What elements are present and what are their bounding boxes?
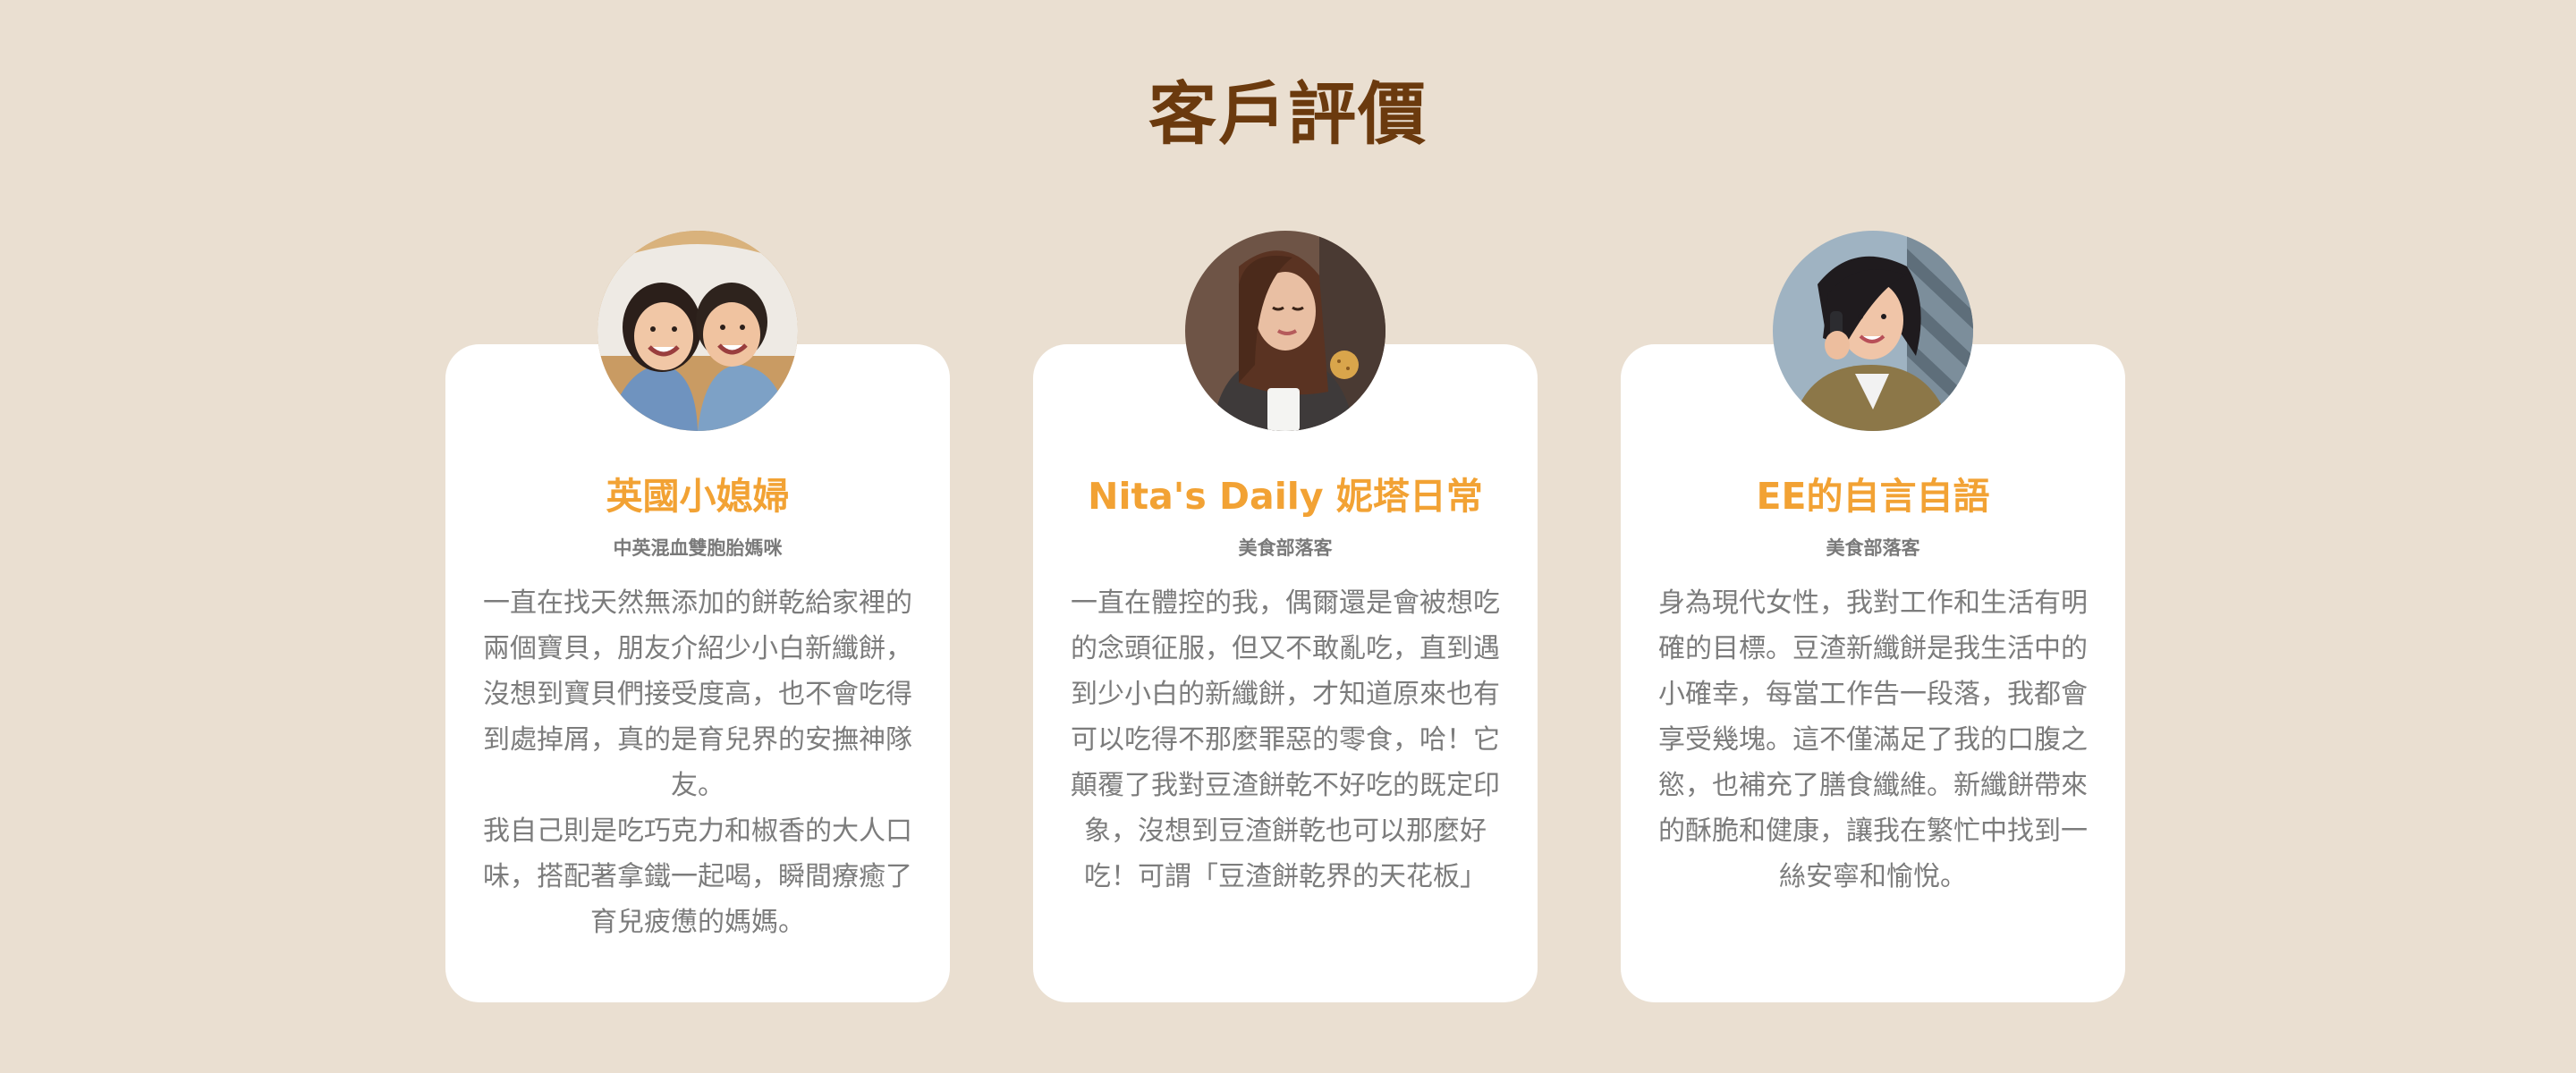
testimonial-card: 英國小媳婦 中英混血雙胞胎媽咪 一直在找天然無添加的餅乾給家裡的兩個寶貝，朋友介… bbox=[445, 231, 950, 1002]
testimonial-quote: 一直在體控的我，偶爾還是會被想吃的念頭征服，但又不敢亂吃，直到遇到少小白的新纖餅… bbox=[1071, 580, 1500, 900]
reviewer-role: 美食部落客 bbox=[1238, 537, 1333, 559]
quote-paragraph: 身為現代女性，我對工作和生活有明確的目標。豆渣新纖餅是我生活中的小確幸，每當工作… bbox=[1658, 587, 2088, 892]
reviewer-role: 中英混血雙胞胎媽咪 bbox=[613, 537, 783, 559]
reviewer-role: 美食部落客 bbox=[1826, 537, 1920, 559]
quote-paragraph: 我自己則是吃巧克力和椒香的大人口味，搭配著拿鐵一起喝，瞬間療癒了育兒疲憊的媽媽。 bbox=[483, 815, 912, 938]
photo-two-children-icon bbox=[597, 231, 798, 431]
testimonial-card: Nita's Daily 妮塔日常 美食部落客 一直在體控的我，偶爾還是會被想吃… bbox=[1033, 231, 1538, 1002]
testimonial-quote: 身為現代女性，我對工作和生活有明確的目標。豆渣新纖餅是我生活中的小確幸，每當工作… bbox=[1658, 580, 2088, 900]
testimonial-card: EE的自言自語 美食部落客 身為現代女性，我對工作和生活有明確的目標。豆渣新纖餅… bbox=[1621, 231, 2125, 1002]
photo-woman-with-cookie-icon bbox=[1185, 231, 1385, 431]
avatar bbox=[597, 231, 798, 431]
reviewer-name: Nita's Daily 妮塔日常 bbox=[1088, 475, 1483, 518]
avatar bbox=[1773, 231, 1973, 431]
quote-paragraph: 一直在體控的我，偶爾還是會被想吃的念頭征服，但又不敢亂吃，直到遇到少小白的新纖餅… bbox=[1071, 587, 1500, 892]
photo-woman-on-phone-icon bbox=[1773, 231, 1973, 431]
reviewer-name: EE的自言自語 bbox=[1756, 475, 1990, 518]
testimonial-quote: 一直在找天然無添加的餅乾給家裡的兩個寶貝，朋友介紹少小白新纖餅，沒想到寶貝們接受… bbox=[483, 580, 912, 945]
avatar bbox=[1185, 231, 1385, 431]
reviewer-name: 英國小媳婦 bbox=[606, 475, 790, 518]
quote-paragraph: 一直在找天然無添加的餅乾給家裡的兩個寶貝，朋友介紹少小白新纖餅，沒想到寶貝們接受… bbox=[483, 587, 912, 801]
section-title: 客戶評價 bbox=[1148, 74, 1428, 154]
